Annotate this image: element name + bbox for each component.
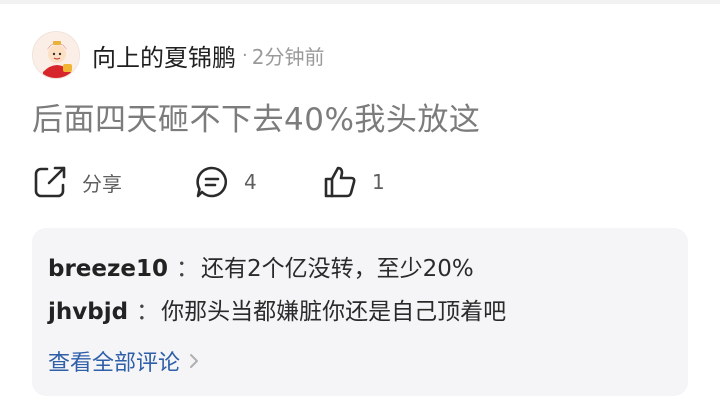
time-separator: ·	[242, 44, 248, 66]
share-icon	[34, 166, 66, 198]
comment-bubble-icon	[196, 166, 228, 198]
top-divider	[0, 0, 720, 4]
like-count: 1	[372, 170, 385, 194]
avatar[interactable]	[32, 31, 80, 79]
share-label: 分享	[82, 171, 122, 196]
comments-preview: breeze10 ：还有2个亿没转，至少20% jhvbjd ：你那头当都嫌脏你还是…	[32, 228, 688, 396]
post-header: 向上的夏锦鹏 · 2分钟前	[32, 30, 324, 80]
action-bar: 分享 4 1	[32, 160, 432, 204]
comment-item[interactable]: jhvbjd ：你那头当都嫌脏你还是自己顶着吧	[48, 292, 506, 326]
post-body-text[interactable]: 后面四天砸不下去40%我头放这	[32, 94, 480, 139]
comment-item[interactable]: breeze10 ：还有2个亿没转，至少20%	[48, 249, 474, 283]
comment-text: 你那头当都嫌脏你还是自己顶着吧	[161, 299, 507, 325]
post-time: 2分钟前	[251, 44, 325, 69]
comment-username[interactable]: breeze10	[48, 256, 168, 282]
comment-button[interactable]: 4	[194, 160, 257, 204]
thumbs-up-icon	[324, 166, 356, 198]
comment-text: 还有2个亿没转，至少20%	[201, 256, 474, 282]
view-all-comments-link[interactable]: 查看全部评论	[48, 345, 200, 377]
comment-separator: ：	[136, 299, 160, 325]
chevron-right-icon	[190, 354, 199, 368]
comment-separator: ：	[176, 256, 199, 282]
comment-username[interactable]: jhvbjd	[48, 299, 128, 325]
comment-count: 4	[244, 170, 257, 194]
share-button[interactable]: 分享	[32, 160, 122, 204]
author-name[interactable]: 向上的夏锦鹏	[92, 38, 236, 73]
view-all-label: 查看全部评论	[48, 351, 181, 376]
like-button[interactable]: 1	[322, 160, 385, 204]
avatar-image	[33, 32, 79, 78]
